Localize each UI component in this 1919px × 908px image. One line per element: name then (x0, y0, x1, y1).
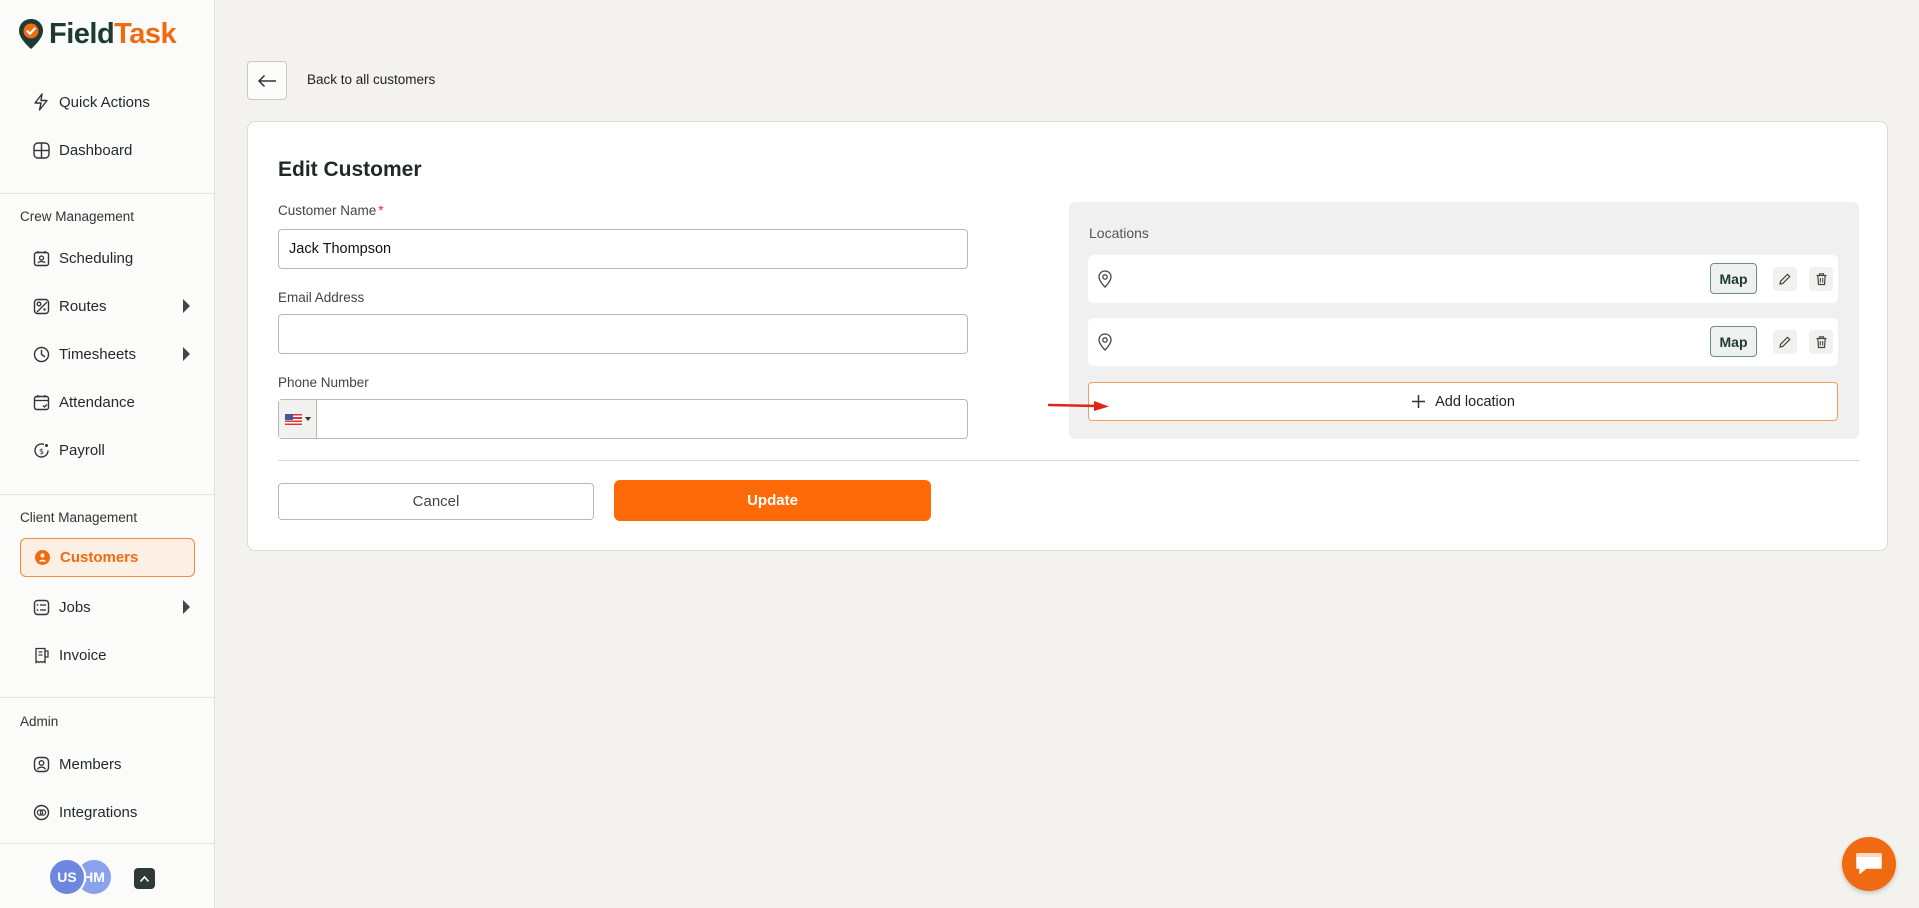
plus-icon (1412, 395, 1426, 408)
sidebar-divider (0, 193, 214, 194)
sidebar-item-label: Attendance (59, 393, 135, 411)
dollar-coin-icon: $ (32, 441, 50, 459)
phone-label: Phone Number (278, 375, 369, 390)
map-button[interactable]: Map (1710, 326, 1757, 357)
logo-pin-icon (19, 19, 43, 49)
user-menu-toggle-button[interactable] (134, 868, 155, 889)
sidebar-item-timesheets[interactable]: Timesheets (20, 334, 195, 374)
email-label: Email Address (278, 290, 365, 305)
add-location-label: Add location (1435, 393, 1515, 410)
dashboard-grid-icon (32, 141, 50, 159)
location-pin-icon (1098, 270, 1112, 288)
sidebar-divider (0, 697, 214, 698)
locations-panel: Locations Map Map Add location (1069, 202, 1859, 439)
customer-icon (33, 549, 51, 567)
sidebar-item-label: Invoice (59, 646, 107, 664)
sidebar-item-scheduling[interactable]: Scheduling (20, 238, 195, 278)
location-row: Map (1088, 255, 1838, 303)
sidebar-item-label: Integrations (59, 803, 138, 821)
chat-support-button[interactable] (1842, 837, 1896, 891)
svg-text:$: $ (38, 447, 43, 456)
sidebar-item-integrations[interactable]: Integrations (20, 792, 195, 832)
edit-customer-card: Edit Customer Customer Name * Jack Thomps… (247, 121, 1888, 551)
map-button[interactable]: Map (1710, 263, 1757, 294)
calendar-check-icon (32, 393, 50, 411)
sidebar-item-label: Customers (60, 549, 139, 566)
locations-title: Locations (1089, 225, 1149, 241)
chevron-up-icon (139, 875, 150, 882)
edit-location-button[interactable] (1773, 330, 1797, 354)
section-label-crew-management: Crew Management (20, 209, 135, 224)
us-flag-icon (284, 413, 302, 425)
sidebar-divider (0, 494, 214, 495)
phone-field (278, 399, 968, 439)
sidebar-item-label: Routes (59, 297, 107, 315)
bolt-icon (32, 93, 50, 111)
job-list-icon (32, 598, 50, 616)
email-input[interactable] (278, 314, 968, 354)
sidebar-item-attendance[interactable]: Attendance (20, 382, 195, 422)
back-link[interactable]: Back to all customers (307, 72, 435, 87)
sidebar: FieldTask Quick Actions Dashboard Crew M… (0, 0, 215, 908)
back-button[interactable] (247, 61, 287, 100)
integrations-icon (32, 803, 50, 821)
customer-name-label: Customer Name * (278, 203, 384, 218)
sidebar-item-payroll[interactable]: $ Payroll (20, 430, 195, 470)
sidebar-item-customers[interactable]: Customers (20, 538, 195, 577)
customer-name-input[interactable]: Jack Thompson (278, 229, 968, 269)
expand-caret-icon[interactable] (183, 347, 190, 361)
sidebar-item-jobs[interactable]: Jobs (20, 587, 195, 627)
phone-input[interactable] (317, 400, 967, 438)
add-location-button[interactable]: Add location (1088, 382, 1838, 421)
location-row: Map (1088, 318, 1838, 366)
pencil-icon (1779, 336, 1791, 348)
sidebar-item-label: Dashboard (59, 141, 133, 159)
caret-down-icon (304, 417, 311, 421)
route-map-icon (32, 297, 50, 315)
sidebar-item-routes[interactable]: Routes (20, 286, 195, 326)
invoice-icon (32, 646, 50, 664)
trash-icon (1816, 273, 1826, 286)
delete-location-button[interactable] (1809, 330, 1833, 354)
chat-bubble-icon (1856, 853, 1882, 874)
page-title: Edit Customer (278, 158, 422, 181)
trash-icon (1816, 336, 1826, 349)
location-pin-icon (1098, 333, 1112, 351)
sidebar-item-label: Quick Actions (59, 93, 150, 111)
sidebar-item-members[interactable]: Members (20, 744, 195, 784)
avatar[interactable]: US (48, 858, 86, 896)
sidebar-item-label: Jobs (59, 598, 91, 616)
expand-caret-icon[interactable] (183, 600, 190, 614)
expand-caret-icon[interactable] (183, 299, 190, 313)
sidebar-item-label: Scheduling (59, 249, 134, 267)
clock-icon (32, 345, 50, 363)
section-label-client-management: Client Management (20, 510, 138, 525)
sidebar-item-invoice[interactable]: Invoice (20, 635, 195, 675)
arrow-left-icon (257, 74, 276, 87)
calendar-person-icon (32, 249, 50, 267)
sidebar-item-label: Payroll (59, 441, 105, 459)
section-label-admin: Admin (20, 714, 59, 729)
edit-location-button[interactable] (1773, 267, 1797, 291)
cancel-button[interactable]: Cancel (278, 483, 594, 520)
user-bar: HM US (0, 844, 214, 908)
annotation-arrow-icon (1048, 401, 1109, 411)
delete-location-button[interactable] (1809, 267, 1833, 291)
member-icon (32, 755, 50, 773)
sidebar-item-dashboard[interactable]: Dashboard (20, 130, 195, 170)
country-selector[interactable] (279, 400, 317, 438)
update-button[interactable]: Update (614, 480, 931, 521)
form-divider (278, 460, 1859, 461)
sidebar-item-label: Timesheets (59, 345, 136, 363)
logo-text: FieldTask (49, 17, 177, 50)
required-mark: * (378, 203, 384, 218)
app-logo[interactable]: FieldTask (18, 16, 177, 52)
pencil-icon (1779, 273, 1791, 285)
sidebar-item-quick-actions[interactable]: Quick Actions (20, 82, 195, 122)
sidebar-item-label: Members (59, 755, 122, 773)
